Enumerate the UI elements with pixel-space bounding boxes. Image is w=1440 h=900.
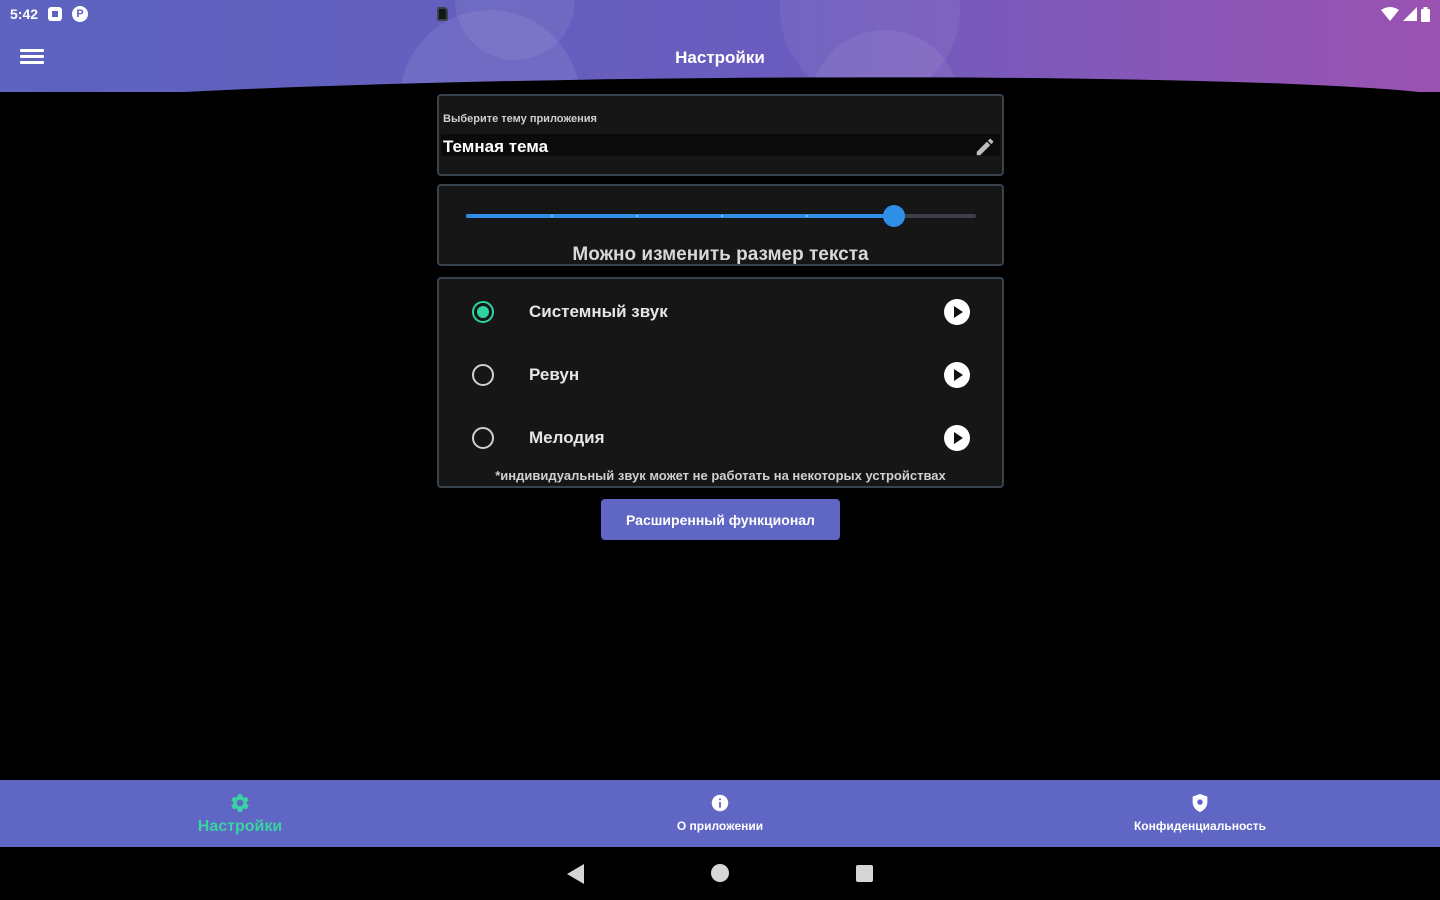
bottom-nav: Настройки О приложении Конфиденциальност… <box>0 780 1440 847</box>
slider-tick <box>806 215 808 217</box>
status-bar: 5:42 P <box>0 0 1440 28</box>
app-bar: Настройки <box>0 28 1440 88</box>
page-title: Настройки <box>675 48 765 67</box>
wifi-icon <box>1381 7 1399 21</box>
text-size-card: Можно изменить размер текста <box>437 184 1004 266</box>
play-icon[interactable] <box>944 362 970 388</box>
theme-label: Выберите тему приложения <box>443 113 597 125</box>
sound-option-melody[interactable]: Мелодия <box>439 417 1002 457</box>
sound-option-label: Ревун <box>529 365 580 384</box>
recents-icon[interactable] <box>856 865 873 882</box>
signal-icon <box>1403 7 1417 21</box>
status-time: 5:42 <box>10 6 39 22</box>
sound-selector: Системный звук Ревун Мелодия *индивидуал… <box>437 277 1004 488</box>
theme-selector[interactable]: Выберите тему приложения Темная тема <box>437 94 1004 176</box>
sound-option-label: Мелодия <box>529 428 605 447</box>
tab-about[interactable]: О приложении <box>480 780 960 847</box>
tab-label: Настройки <box>197 818 283 835</box>
info-icon <box>711 794 729 812</box>
text-size-label: Можно изменить размер текста <box>572 244 869 265</box>
slider-fill <box>466 214 895 218</box>
theme-field[interactable]: Темная тема <box>441 134 1000 156</box>
battery-icon <box>1421 6 1430 22</box>
header: 5:42 P Настройки <box>0 0 1440 92</box>
sound-option-label: Системный звук <box>529 302 668 321</box>
sound-option-system[interactable]: Системный звук <box>439 291 1002 331</box>
notification-icon <box>48 7 63 21</box>
radio-button[interactable] <box>472 301 494 323</box>
tab-privacy[interactable]: Конфиденциальность <box>960 780 1440 847</box>
slider-tick <box>636 215 638 217</box>
shield-icon <box>1192 793 1208 813</box>
radio-button[interactable] <box>472 364 494 386</box>
sd-card-icon <box>437 7 448 21</box>
home-icon[interactable] <box>711 864 729 882</box>
slider-thumb[interactable] <box>883 205 906 227</box>
tab-label: О приложении <box>676 819 764 833</box>
play-icon[interactable] <box>944 425 970 451</box>
tab-settings[interactable]: Настройки <box>0 780 480 847</box>
system-nav-bar <box>0 847 1440 900</box>
radio-button[interactable] <box>472 427 494 449</box>
sound-option-siren[interactable]: Ревун <box>439 354 1002 394</box>
back-icon[interactable] <box>567 864 584 884</box>
extended-features-button[interactable]: Расширенный функционал <box>601 499 840 540</box>
gear-icon <box>231 794 249 812</box>
play-icon[interactable] <box>944 299 970 325</box>
slider-tick <box>551 215 553 217</box>
pencil-icon[interactable] <box>974 136 996 158</box>
theme-value: Темная тема <box>443 137 549 156</box>
sound-note: *индивидуальный звук может не работать н… <box>495 468 946 483</box>
p-icon: P <box>72 6 89 22</box>
tab-label: Конфиденциальность <box>1133 819 1267 833</box>
text-size-slider[interactable] <box>466 204 976 228</box>
slider-tick <box>721 215 723 217</box>
